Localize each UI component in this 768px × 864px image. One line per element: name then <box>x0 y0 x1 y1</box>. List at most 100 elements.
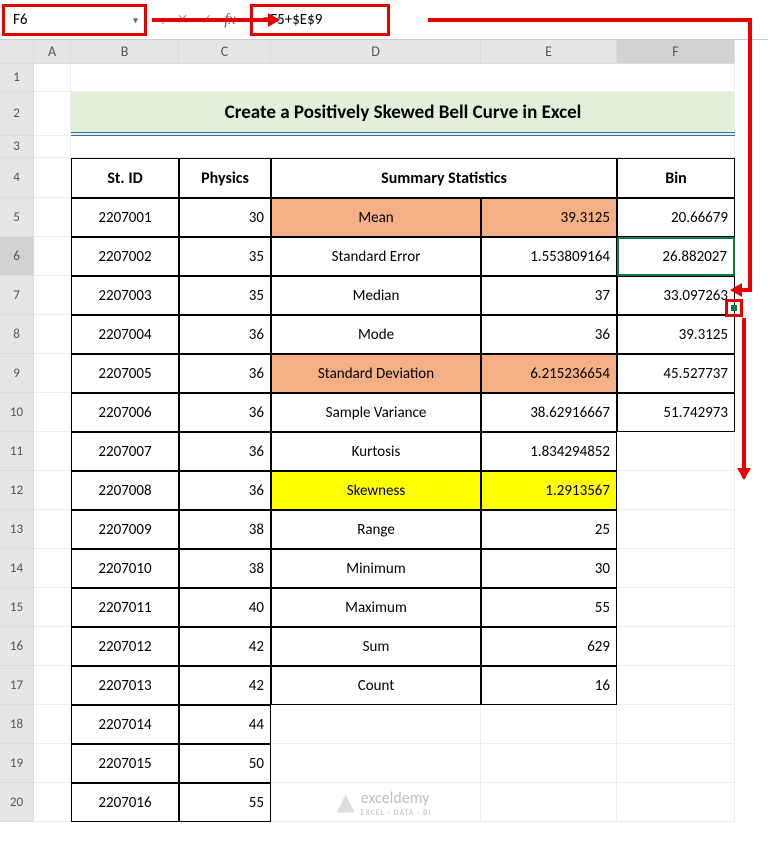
cell-val[interactable]: 36 <box>481 315 617 354</box>
cell-physics[interactable]: 44 <box>179 705 271 744</box>
cell-id[interactable]: 2207004 <box>71 315 179 354</box>
row-header[interactable]: 4 <box>0 158 34 198</box>
cell-bin[interactable]: 39.3125 <box>617 315 735 354</box>
cell-val[interactable]: 6.215236654 <box>481 354 617 393</box>
cell[interactable] <box>34 393 71 432</box>
cell-id[interactable]: 2207007 <box>71 432 179 471</box>
cell-val[interactable]: 1.553809164 <box>481 237 617 276</box>
chevron-down-icon[interactable]: ▾ <box>133 13 138 26</box>
row-header[interactable]: 6 <box>0 237 34 276</box>
row-header[interactable]: 13 <box>0 510 34 549</box>
cell-id[interactable]: 2207005 <box>71 354 179 393</box>
cell-id[interactable]: 2207010 <box>71 549 179 588</box>
cell[interactable] <box>34 198 71 237</box>
cell-stat[interactable]: Count <box>271 666 481 705</box>
cell[interactable] <box>34 276 71 315</box>
cell-stat[interactable]: Standard Error <box>271 237 481 276</box>
cell[interactable] <box>617 432 735 471</box>
cell[interactable] <box>34 158 71 198</box>
row-header[interactable]: 1 <box>0 64 34 92</box>
cell-bin[interactable]: 20.66679 <box>617 198 735 237</box>
cell-val[interactable]: 55 <box>481 588 617 627</box>
select-all-corner[interactable] <box>0 40 34 64</box>
col-header-D[interactable]: D <box>271 40 481 64</box>
cell[interactable] <box>617 744 735 783</box>
cell[interactable] <box>34 354 71 393</box>
cell-bin[interactable]: 33.097263 <box>617 276 735 315</box>
cell-stat[interactable]: Median <box>271 276 481 315</box>
cell[interactable] <box>481 705 617 744</box>
row-header[interactable]: 12 <box>0 471 34 510</box>
cell-stat[interactable]: Sample Variance <box>271 393 481 432</box>
cell-stat[interactable]: Range <box>271 510 481 549</box>
row-header[interactable]: 18 <box>0 705 34 744</box>
cell-physics[interactable]: 50 <box>179 744 271 783</box>
cell[interactable] <box>34 471 71 510</box>
cell[interactable] <box>34 315 71 354</box>
cell-val[interactable]: 16 <box>481 666 617 705</box>
row-header[interactable]: 16 <box>0 627 34 666</box>
row-header[interactable]: 5 <box>0 198 34 237</box>
cell[interactable] <box>71 136 735 158</box>
cell[interactable] <box>34 549 71 588</box>
title-cell[interactable]: Create a Positively Skewed Bell Curve in… <box>71 92 735 136</box>
cell-stat[interactable]: Kurtosis <box>271 432 481 471</box>
cell-val[interactable]: 37 <box>481 276 617 315</box>
row-header[interactable]: 11 <box>0 432 34 471</box>
cell-physics[interactable]: 35 <box>179 276 271 315</box>
th-physics[interactable]: Physics <box>179 158 271 198</box>
cell[interactable] <box>481 744 617 783</box>
cell-physics[interactable]: 36 <box>179 471 271 510</box>
cell-physics[interactable]: 36 <box>179 315 271 354</box>
col-header-A[interactable]: A <box>34 40 71 64</box>
cell-id[interactable]: 2207001 <box>71 198 179 237</box>
col-header-B[interactable]: B <box>71 40 179 64</box>
cell[interactable] <box>617 549 735 588</box>
row-header[interactable]: 3 <box>0 136 34 158</box>
cell-id[interactable]: 2207013 <box>71 666 179 705</box>
row-header[interactable]: 9 <box>0 354 34 393</box>
cell-id[interactable]: 2207008 <box>71 471 179 510</box>
cell-val[interactable]: 38.62916667 <box>481 393 617 432</box>
cell-stat[interactable]: Maximum <box>271 588 481 627</box>
cell[interactable] <box>617 588 735 627</box>
cell[interactable] <box>34 92 71 136</box>
cell-physics[interactable]: 38 <box>179 510 271 549</box>
cell[interactable] <box>617 705 735 744</box>
cell[interactable] <box>34 744 71 783</box>
row-header[interactable]: 19 <box>0 744 34 783</box>
cell-val[interactable]: 30 <box>481 549 617 588</box>
row-header[interactable]: 14 <box>0 549 34 588</box>
cell-id[interactable]: 2207014 <box>71 705 179 744</box>
cell-bin[interactable]: 51.742973 <box>617 393 735 432</box>
cell[interactable] <box>617 783 735 822</box>
cell[interactable] <box>34 237 71 276</box>
cell-physics[interactable]: 30 <box>179 198 271 237</box>
cell-val[interactable]: 629 <box>481 627 617 666</box>
cell[interactable] <box>34 666 71 705</box>
cell[interactable] <box>34 510 71 549</box>
th-summary[interactable]: Summary Statistics <box>271 158 617 198</box>
row-header[interactable]: 7 <box>0 276 34 315</box>
cell[interactable] <box>34 588 71 627</box>
row-header[interactable]: 17 <box>0 666 34 705</box>
row-header[interactable]: 2 <box>0 92 34 136</box>
cell-stat[interactable]: Mean <box>271 198 481 237</box>
cell-stat[interactable]: Minimum <box>271 549 481 588</box>
cell-val[interactable]: 1.2913567 <box>481 471 617 510</box>
th-stid[interactable]: St. ID <box>71 158 179 198</box>
name-box[interactable]: F6 ▾ <box>2 4 147 36</box>
cell[interactable] <box>34 783 71 822</box>
cell-physics[interactable]: 36 <box>179 354 271 393</box>
cell-val[interactable]: 1.834294852 <box>481 432 617 471</box>
cell-id[interactable]: 2207003 <box>71 276 179 315</box>
cell-stat[interactable]: Sum <box>271 627 481 666</box>
row-header[interactable]: 15 <box>0 588 34 627</box>
cell-id[interactable]: 2207016 <box>71 783 179 822</box>
cell-physics[interactable]: 38 <box>179 549 271 588</box>
cell[interactable] <box>617 471 735 510</box>
cell[interactable] <box>271 705 481 744</box>
fill-handle[interactable] <box>725 299 743 317</box>
cell-id[interactable]: 2207015 <box>71 744 179 783</box>
th-bin[interactable]: Bin <box>617 158 735 198</box>
